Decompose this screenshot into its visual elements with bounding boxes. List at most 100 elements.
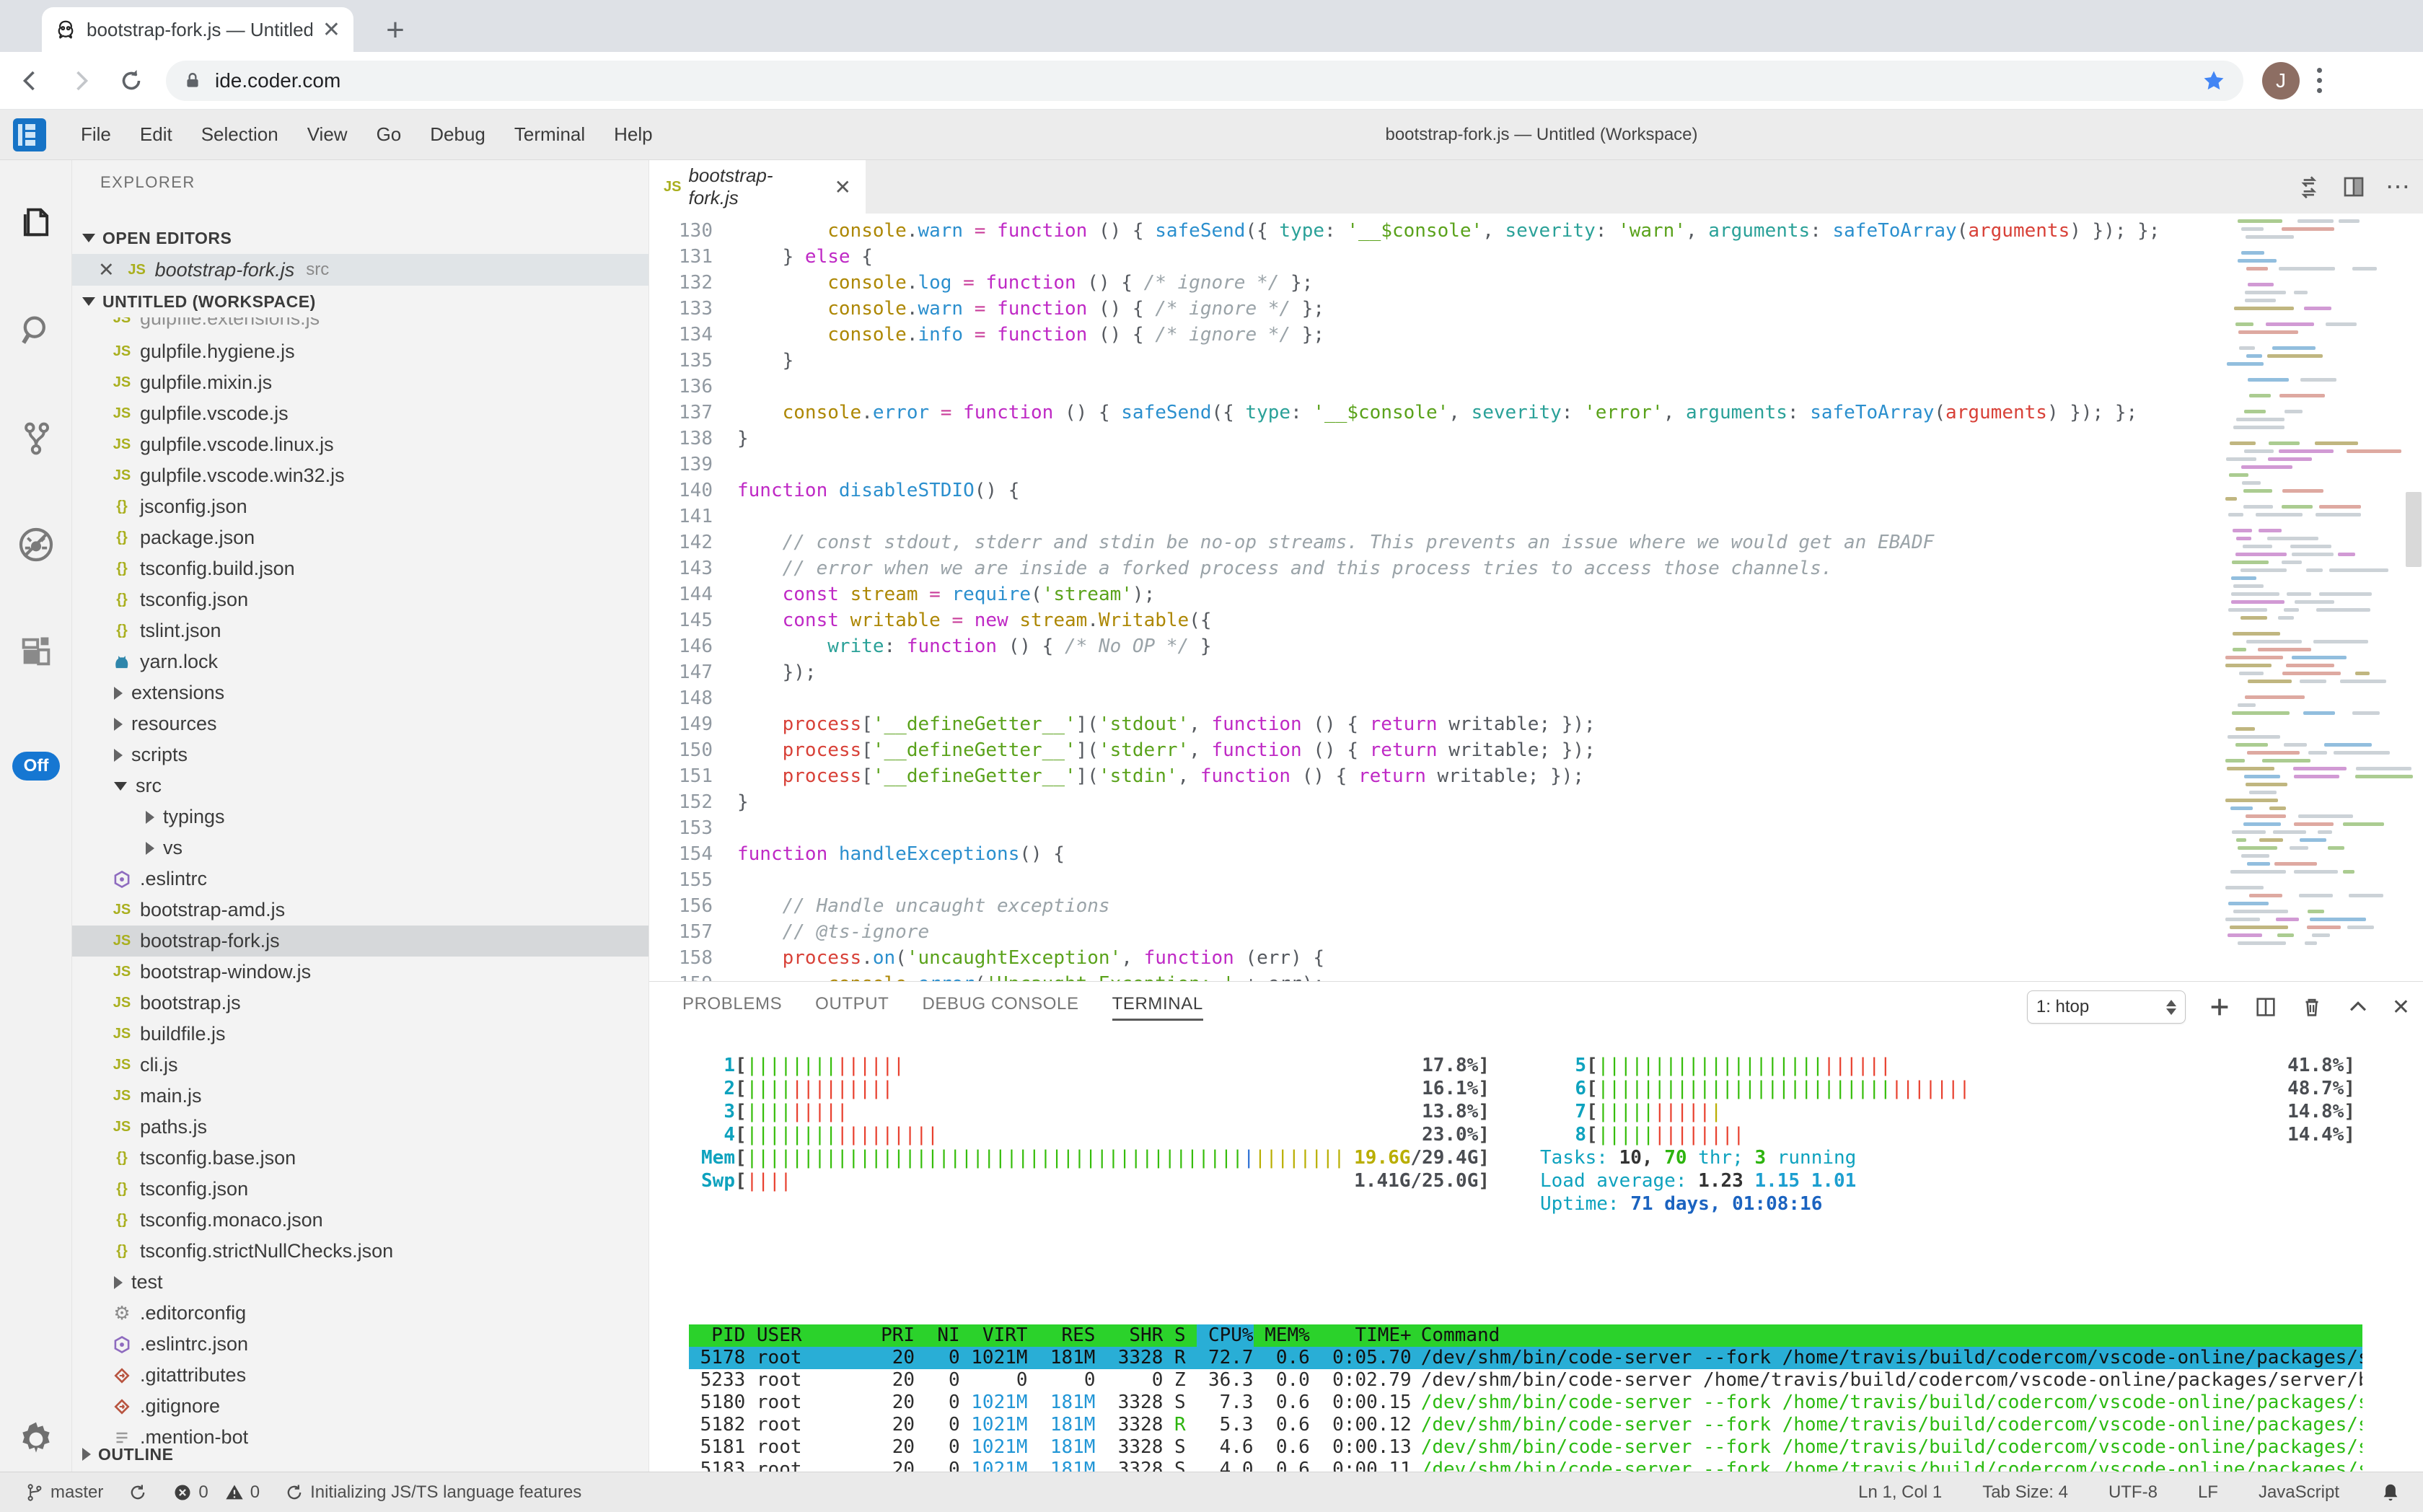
tree-item-yarn-lock[interactable]: yarn.lock — [72, 646, 649, 677]
close-icon[interactable]: ✕ — [98, 259, 115, 281]
tree-item-tsconfig-build-json[interactable]: {}tsconfig.build.json — [72, 553, 649, 584]
explorer-icon[interactable] — [0, 203, 72, 241]
sync-button[interactable] — [128, 1482, 148, 1503]
editor-tab[interactable]: JS bootstrap-fork.js ✕ — [649, 160, 866, 214]
menu-file[interactable]: File — [66, 123, 126, 146]
forward-icon[interactable] — [61, 61, 101, 101]
tree-item--eslintrc-json[interactable]: .eslintrc.json — [72, 1329, 649, 1360]
tree-item-tsconfig-json[interactable]: {}tsconfig.json — [72, 1174, 649, 1205]
menu-go[interactable]: Go — [362, 123, 416, 146]
problems-indicator[interactable]: 0 0 — [172, 1482, 260, 1503]
extensions-icon[interactable] — [0, 633, 72, 670]
tree-item-bootstrap-window-js[interactable]: JSbootstrap-window.js — [72, 957, 649, 988]
tab-close-icon[interactable]: ✕ — [322, 17, 340, 43]
browser-tab[interactable]: bootstrap-fork.js — Untitled (V ✕ — [42, 7, 353, 52]
panel-tab-output[interactable]: OUTPUT — [815, 994, 889, 1021]
status-ln-1-col-1[interactable]: Ln 1, Col 1 — [1858, 1482, 1942, 1503]
close-panel-icon[interactable]: ✕ — [2392, 995, 2410, 1020]
maximize-panel-icon[interactable] — [2346, 995, 2370, 1019]
tree-item-extensions[interactable]: extensions — [72, 677, 649, 708]
tree-item--gitattributes[interactable]: .gitattributes — [72, 1360, 649, 1391]
off-badge[interactable]: Off — [0, 752, 72, 781]
new-terminal-icon[interactable] — [2207, 995, 2232, 1019]
branch-indicator[interactable]: master — [25, 1482, 103, 1503]
tree-item-scripts[interactable]: scripts — [72, 739, 649, 770]
tree-item-gulpfile-extensions-js[interactable]: JSgulpfile.extensions.js — [72, 317, 649, 334]
back-icon[interactable] — [10, 61, 50, 101]
tree-item-gulpfile-vscode-win32-js[interactable]: JSgulpfile.vscode.win32.js — [72, 460, 649, 491]
process-row[interactable]: 5233root200000Z36.30.00:02.79/dev/shm/bi… — [689, 1369, 2362, 1392]
tree-item-paths-js[interactable]: JSpaths.js — [72, 1112, 649, 1143]
tab-close-icon[interactable]: ✕ — [835, 175, 851, 199]
outline-header[interactable]: OUTLINE — [72, 1438, 649, 1470]
tree-item-gulpfile-vscode-linux-js[interactable]: JSgulpfile.vscode.linux.js — [72, 429, 649, 460]
url-bar[interactable]: ide.coder.com — [166, 61, 2243, 101]
code-editor[interactable]: 130 console.warn = function () { safeSen… — [649, 214, 2423, 981]
process-row[interactable]: 5182root2001021M181M3328R5.30.60:00.12/d… — [689, 1414, 2362, 1436]
open-editor-item[interactable]: ✕ JS bootstrap-fork.js src — [72, 254, 649, 286]
panel-tab-debug-console[interactable]: DEBUG CONSOLE — [922, 994, 1078, 1021]
editor-scrollbar[interactable] — [2406, 492, 2422, 567]
tree-item-src[interactable]: src — [72, 770, 649, 801]
split-editor-icon[interactable] — [2341, 174, 2367, 200]
menu-terminal[interactable]: Terminal — [500, 123, 599, 146]
tree-item-bootstrap-js[interactable]: JSbootstrap.js — [72, 988, 649, 1019]
new-tab-button[interactable]: + — [375, 10, 415, 50]
status-lf[interactable]: LF — [2198, 1482, 2218, 1503]
more-actions-icon[interactable]: ⋯ — [2385, 172, 2411, 201]
tree-item--eslintrc[interactable]: .eslintrc — [72, 863, 649, 895]
workspace-header[interactable]: UNTITLED (WORKSPACE) — [72, 286, 649, 317]
tree-item-gulpfile-mixin-js[interactable]: JSgulpfile.mixin.js — [72, 367, 649, 398]
avatar[interactable]: J — [2262, 62, 2300, 100]
tree-item-package-json[interactable]: {}package.json — [72, 522, 649, 553]
tree-item-jsconfig-json[interactable]: {}jsconfig.json — [72, 491, 649, 522]
terminal[interactable]: 1[||||||||||||||17.8%]2[|||||||||||||16.… — [689, 1054, 2391, 1472]
tree-item-gulpfile-vscode-js[interactable]: JSgulpfile.vscode.js — [72, 398, 649, 429]
tree-item-tsconfig-json[interactable]: {}tsconfig.json — [72, 584, 649, 615]
process-row[interactable]: 5181root2001021M181M3328S4.60.60:00.13/d… — [689, 1436, 2362, 1459]
menu-help[interactable]: Help — [599, 123, 667, 146]
panel-tab-terminal[interactable]: TERMINAL — [1112, 994, 1203, 1021]
search-icon[interactable] — [0, 312, 72, 349]
process-row[interactable]: 5178root2001021M181M3328R72.70.60:05.70/… — [689, 1347, 2362, 1369]
tree-item--gitignore[interactable]: .gitignore — [72, 1391, 649, 1422]
tree-item-vs[interactable]: vs — [72, 832, 649, 863]
tree-item-main-js[interactable]: JSmain.js — [72, 1081, 649, 1112]
tree-item-tsconfig-strictnullchecks-json[interactable]: {}tsconfig.strictNullChecks.json — [72, 1236, 649, 1267]
debug-icon[interactable] — [0, 524, 72, 565]
status-utf-8[interactable]: UTF-8 — [2108, 1482, 2158, 1503]
bell-icon[interactable] — [2380, 1482, 2401, 1503]
sync-editors-icon[interactable] — [2295, 173, 2322, 201]
open-editors-header[interactable]: OPEN EDITORS — [72, 222, 649, 254]
browser-menu-icon[interactable] — [2317, 68, 2322, 93]
status-tab-size-4[interactable]: Tab Size: 4 — [1982, 1482, 2068, 1503]
tree-item--editorconfig[interactable]: ⚙.editorconfig — [72, 1298, 649, 1329]
status-javascript[interactable]: JavaScript — [2259, 1482, 2339, 1503]
tree-item-buildfile-js[interactable]: JSbuildfile.js — [72, 1019, 649, 1050]
tree-item-test[interactable]: test — [72, 1267, 649, 1298]
split-terminal-icon[interactable] — [2253, 995, 2278, 1019]
tree-item-cli-js[interactable]: JScli.js — [72, 1050, 649, 1081]
menu-selection[interactable]: Selection — [187, 123, 293, 146]
panel-tab-problems[interactable]: PROBLEMS — [682, 994, 782, 1021]
menu-debug[interactable]: Debug — [415, 123, 500, 146]
process-row[interactable]: 5180root2001021M181M3328S7.30.60:00.15/d… — [689, 1392, 2362, 1414]
tree-item-typings[interactable]: typings — [72, 801, 649, 832]
terminal-select[interactable]: 1: htop — [2027, 990, 2186, 1024]
tree-item-bootstrap-amd-js[interactable]: JSbootstrap-amd.js — [72, 895, 649, 926]
kill-terminal-icon[interactable] — [2300, 995, 2324, 1019]
tree-item-gulpfile-hygiene-js[interactable]: JSgulpfile.hygiene.js — [72, 336, 649, 367]
settings-gear-icon[interactable] — [0, 1419, 72, 1459]
tree-item-bootstrap-fork-js[interactable]: JSbootstrap-fork.js — [72, 926, 649, 957]
minimap[interactable] — [2221, 214, 2403, 981]
tree-item-tsconfig-base-json[interactable]: {}tsconfig.base.json — [72, 1143, 649, 1174]
tree-item-resources[interactable]: resources — [72, 708, 649, 739]
reload-icon[interactable] — [111, 61, 151, 101]
menu-edit[interactable]: Edit — [126, 123, 187, 146]
menu-view[interactable]: View — [293, 123, 362, 146]
bookmark-star-icon[interactable] — [2202, 69, 2226, 93]
language-status[interactable]: Initializing JS/TS language features — [284, 1482, 581, 1503]
tree-item-tslint-json[interactable]: {}tslint.json — [72, 615, 649, 646]
tree-item-tsconfig-monaco-json[interactable]: {}tsconfig.monaco.json — [72, 1205, 649, 1236]
source-control-icon[interactable] — [0, 420, 72, 457]
